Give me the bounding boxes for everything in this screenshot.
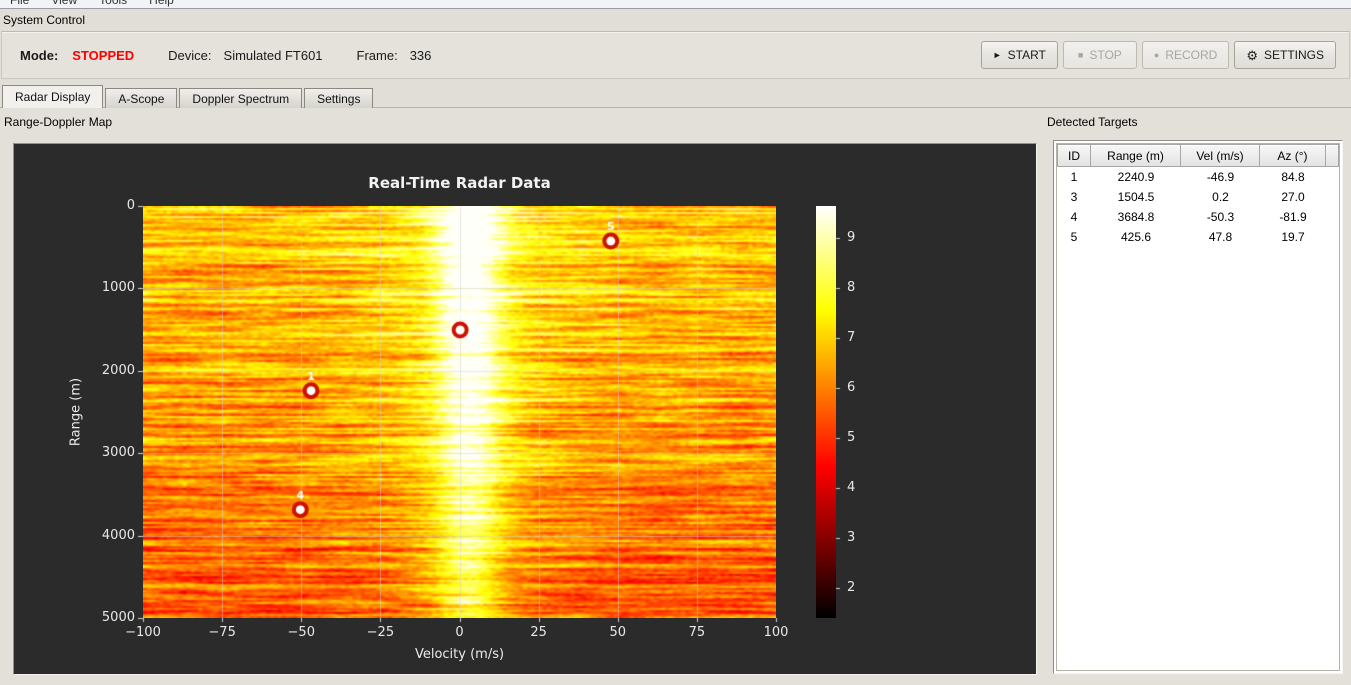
target-cell: 1 [1070,170,1078,184]
x-tick-label: −50 [287,625,315,640]
column-header-range-m-[interactable]: Range (m) [1091,144,1181,167]
start-button[interactable]: ► START [980,41,1058,69]
button-label: START [1007,48,1046,62]
target-cell: 425.6 [1120,230,1152,244]
device-label: Device: [168,47,212,63]
x-tick-label: −25 [366,625,395,640]
detected-targets-label: Detected Targets [1047,115,1138,129]
target-cell: 19.7 [1281,230,1305,244]
menu-view[interactable]: View [47,0,81,7]
frame-value: 336 [409,47,432,63]
target-cell: 2240.9 [1117,170,1155,184]
colorbar-tick-label: 8 [847,280,856,296]
targets-table-header: ID Range (m) Vel (m/s) Az (°) [1057,144,1339,167]
tab-bar: Radar Display A-Scope Doppler Spectrum Sett… [2,85,375,108]
x-tick-label: 50 [609,625,627,640]
record-icon: ● [1153,49,1160,60]
plot-title: Real-Time Radar Data [368,174,551,192]
y-tick-label: 5000 [101,610,135,625]
targets-table-body: 1 2240.9 -46.9 84.8 3 1504.5 0.2 27.0 4 3684.8 -50… [1057,167,1339,247]
column-header-vel-m-s-[interactable]: Vel (m/s) [1181,144,1260,167]
range-doppler-map-label: Range-Doppler Map [4,115,113,129]
y-tick-label: 4000 [101,527,135,543]
button-label: SETTINGS [1263,48,1324,62]
target-cell: 5 [1070,230,1078,244]
range-doppler-plot: Real-Time Radar Data Velocity (m/s) Rang… [13,143,1038,676]
target-row[interactable]: 1 2240.9 -46.9 84.8 [1057,167,1339,187]
colorbar-tick-label: 3 [847,530,856,546]
menu-help[interactable]: Help [145,0,178,7]
system-control-group: Mode: STOPPED Device: Simulated FT601 Fr… [1,31,1350,79]
play-icon: ► [992,49,1002,60]
x-axis-label: Velocity (m/s) [414,647,505,662]
mode-label: Mode: [20,47,59,63]
tab-doppler-spectrum[interactable]: Doppler Spectrum [179,88,303,108]
detected-targets-panel: ID Range (m) Vel (m/s) Az (°) 1 2240.9 -46.9 8… [1053,140,1343,674]
menu-file[interactable]: File [6,0,33,7]
target-row[interactable]: 5 425.6 47.8 19.7 [1057,227,1339,247]
colorbar-tick-label: 2 [847,580,856,596]
device-value: Simulated FT601 [223,47,323,63]
y-axis-label: Range (m) [68,377,84,447]
target-cell: 84.8 [1281,170,1305,184]
x-tick-label: 0 [455,625,464,640]
column-header-id[interactable]: ID [1057,144,1091,167]
target-cell: 27.0 [1281,190,1305,204]
target-cell: 47.8 [1208,230,1233,244]
record-button[interactable]: ● RECORD [1141,41,1230,69]
target-row[interactable]: 3 1504.5 0.2 27.0 [1057,187,1339,207]
column-header-az-[interactable]: Az (°) [1260,144,1326,167]
x-tick-label: 25 [530,625,547,640]
x-tick-label: 75 [688,625,706,640]
button-label: RECORD [1165,48,1218,62]
target-cell: -50.3 [1206,210,1235,224]
x-tick-label: 100 [763,625,789,640]
target-cell: 1504.5 [1117,190,1155,204]
target-cell: 3 [1070,190,1078,204]
target-cell: 4 [1070,210,1078,224]
target-cell: 3684.8 [1117,210,1155,224]
system-control-title: System Control [3,13,86,27]
colorbar [816,206,836,618]
gear-icon: ⚙ [1246,47,1258,63]
stop-icon: ■ [1077,49,1084,60]
targets-table: ID Range (m) Vel (m/s) Az (°) 1 2240.9 -46.9 8… [1056,143,1340,671]
heatmap-canvas [143,206,776,618]
x-tick-label: −100 [125,625,161,640]
tab-radar-display[interactable]: Radar Display [2,85,104,108]
y-tick-label: 3000 [101,445,135,461]
target-cell: 0.2 [1212,190,1229,204]
colorbar-tick-label: 6 [847,380,856,396]
colorbar-tick-label: 7 [847,330,856,346]
colorbar-tick-label: 9 [847,230,856,246]
stop-button[interactable]: ■ STOP [1062,41,1137,69]
x-tick-label: −75 [208,625,236,640]
y-tick-label: 1000 [101,280,135,296]
app-window: File View Tools Help System Control Mode: S… [0,0,1351,685]
tab-settings[interactable]: Settings [304,88,374,108]
target-cell: -81.9 [1279,210,1307,224]
target-row[interactable]: 4 3684.8 -50.3 -81.9 [1057,207,1339,227]
column-header-filler [1326,144,1339,167]
y-tick-label: 0 [126,198,135,213]
menu-bar: File View Tools Help [0,0,1351,9]
status-fields: Mode: STOPPED Device: Simulated FT601 Fr… [20,32,431,78]
y-tick-label: 2000 [101,362,135,378]
settings-button[interactable]: ⚙ SETTINGS [1234,41,1336,69]
mode-value: STOPPED [72,47,135,63]
colorbar-tick-label: 5 [847,430,856,446]
tab-a-scope[interactable]: A-Scope [105,88,178,108]
frame-label: Frame: [356,47,398,63]
colorbar-tick-label: 4 [847,480,856,496]
menu-tools[interactable]: Tools [95,0,131,7]
button-label: STOP [1089,48,1122,62]
target-cell: -46.9 [1206,170,1235,184]
